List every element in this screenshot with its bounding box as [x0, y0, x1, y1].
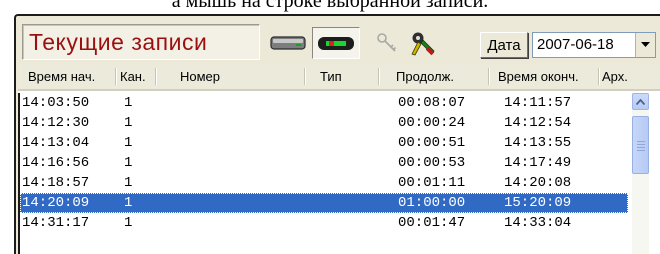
cell-end-time: 14:11:57	[504, 95, 572, 111]
column-divider[interactable]	[115, 68, 116, 85]
column-header-type[interactable]: Тип	[320, 64, 342, 89]
grip-line	[637, 147, 645, 148]
panel-title-box: Текущие записи	[22, 24, 260, 60]
cell-duration: 00:00:51	[398, 135, 466, 151]
cell-duration: 00:00:24	[398, 115, 466, 131]
records-list: Время нач. Кан. Номер Тип Продолж. Время…	[18, 64, 660, 254]
hard-drive-button[interactable]	[268, 27, 308, 59]
instruction-caption: а мышь на строке выбранной записи.	[171, 0, 489, 12]
records-rows: 14:03:50 1 00:08:07 14:11:57 14:12:30 1 …	[18, 93, 628, 254]
table-row-selected[interactable]: 14:20:09 1 01:00:00 15:20:09	[20, 193, 628, 213]
cell-start-time: 14:12:30	[22, 115, 90, 131]
cell-start-time: 14:31:17	[22, 215, 90, 231]
column-divider[interactable]	[304, 68, 305, 85]
cell-channel: 1	[124, 155, 133, 171]
scroll-up-button[interactable]	[632, 93, 649, 110]
chevron-up-icon	[636, 98, 645, 105]
cell-channel: 1	[124, 95, 133, 111]
column-header-channel[interactable]: Кан.	[120, 64, 146, 89]
cell-end-time: 14:33:04	[504, 215, 572, 231]
column-divider[interactable]	[155, 68, 156, 85]
column-divider[interactable]	[598, 68, 599, 85]
date-button[interactable]: Дата	[480, 32, 528, 58]
settings-tool-button[interactable]	[406, 27, 440, 59]
recorder-device-icon	[318, 37, 354, 50]
vertical-scrollbar[interactable]	[632, 93, 649, 254]
date-select-value: 2007-06-18	[537, 36, 614, 53]
current-records-panel: Текущие записи Дата 2007-06-18 Время нач…	[14, 14, 660, 254]
cell-channel: 1	[124, 115, 133, 131]
table-row[interactable]: 14:12:30 1 00:00:24 14:12:54	[20, 113, 628, 133]
cell-channel: 1	[124, 175, 133, 191]
settings-tool-icon	[411, 32, 435, 56]
cell-channel: 1	[124, 215, 133, 231]
grip-line	[637, 144, 645, 145]
cell-duration: 00:01:47	[398, 215, 466, 231]
grip-line	[637, 141, 645, 142]
column-header-start[interactable]: Время нач.	[28, 64, 95, 89]
cell-start-time: 14:13:04	[22, 135, 90, 151]
table-row[interactable]: 14:18:57 1 00:01:11 14:20:08	[20, 173, 628, 193]
cell-duration: 00:08:07	[398, 95, 466, 111]
table-row[interactable]: 14:16:56 1 00:00:53 14:17:49	[20, 153, 628, 173]
date-select[interactable]: 2007-06-18	[532, 32, 656, 58]
column-header-duration[interactable]: Продолж.	[396, 64, 454, 89]
cell-duration: 00:01:11	[398, 175, 466, 191]
cell-channel: 1	[124, 135, 133, 151]
key-icon	[377, 33, 397, 52]
cell-end-time: 15:20:09	[504, 195, 572, 211]
cell-start-time: 14:18:57	[22, 175, 90, 191]
cell-duration: 00:00:53	[398, 155, 466, 171]
scrollbar-thumb[interactable]	[632, 116, 649, 174]
table-row[interactable]: 14:31:17 1 00:01:47 14:33:04	[20, 213, 628, 233]
table-row[interactable]: 14:13:04 1 00:00:51 14:13:55	[20, 133, 628, 153]
cell-start-time: 14:03:50	[22, 95, 90, 111]
cell-start-time: 14:16:56	[22, 155, 90, 171]
cell-end-time: 14:20:08	[504, 175, 572, 191]
cell-duration: 01:00:00	[398, 195, 466, 211]
column-header-end[interactable]: Время оконч.	[498, 64, 579, 89]
panel-title: Текущие записи	[29, 29, 208, 55]
toolbar: Текущие записи Дата 2007-06-18	[22, 23, 656, 63]
grip-line	[637, 150, 645, 151]
cell-channel: 1	[124, 195, 133, 211]
column-divider[interactable]	[378, 68, 379, 85]
cell-end-time: 14:17:49	[504, 155, 572, 171]
hard-drive-icon	[270, 36, 306, 50]
column-divider[interactable]	[488, 68, 489, 85]
chevron-down-icon[interactable]	[635, 33, 655, 57]
column-header-number[interactable]: Номер	[180, 64, 220, 89]
cell-start-time: 14:20:09	[22, 195, 90, 211]
recorder-device-button[interactable]	[312, 27, 360, 59]
key-button[interactable]	[374, 27, 400, 59]
cell-end-time: 14:13:55	[504, 135, 572, 151]
table-row[interactable]: 14:03:50 1 00:08:07 14:11:57	[20, 93, 628, 113]
column-header-archive[interactable]: Арх.	[602, 64, 628, 89]
list-header: Время нач. Кан. Номер Тип Продолж. Время…	[18, 64, 660, 91]
cell-end-time: 14:12:54	[504, 115, 572, 131]
